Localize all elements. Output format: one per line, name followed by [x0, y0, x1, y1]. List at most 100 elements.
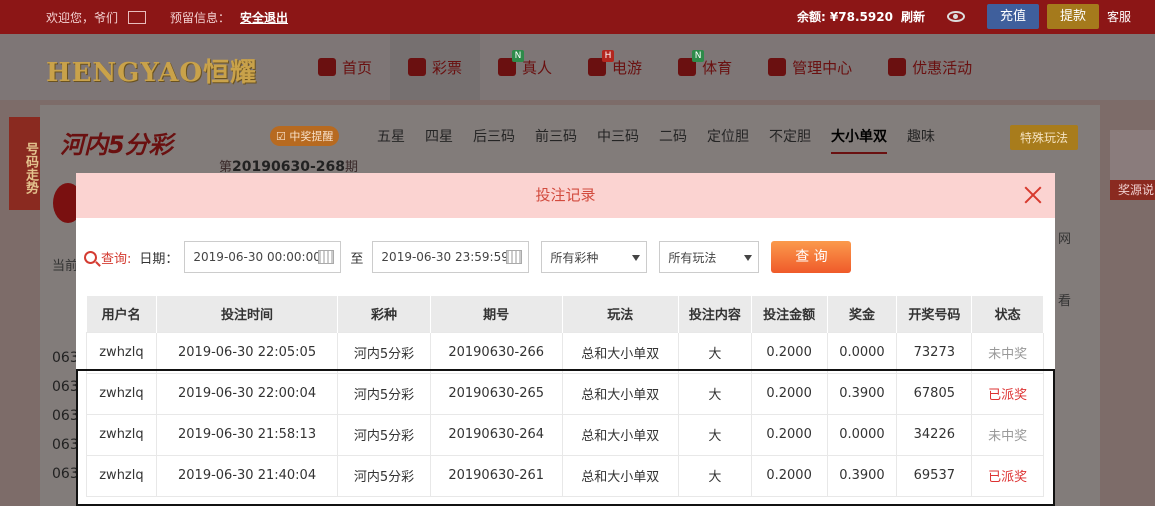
refresh-link[interactable]: 刷新 [901, 8, 925, 25]
table-row[interactable]: zwhzlq 2019-06-30 21:40:04 河内5分彩 20190630-2… [86, 454, 1044, 497]
nav-badge: N [692, 50, 705, 62]
right-ad[interactable]: 奖源说 [1110, 130, 1155, 200]
play-tab[interactable]: 四星 [425, 126, 453, 154]
lottery-select[interactable]: 所有彩种 [541, 241, 648, 273]
table-cell: zwhzlq [86, 331, 157, 374]
column-header: 状态 [971, 296, 1044, 332]
date-from-input[interactable]: 2019-06-30 00:00:00 [184, 241, 342, 273]
nav-item-1[interactable]: 彩票 [390, 34, 481, 100]
play-tab[interactable]: 趣味 [907, 126, 935, 154]
nav-label: 首页 [342, 58, 373, 77]
column-header: 期号 [430, 296, 563, 332]
table-row[interactable]: zwhzlq 2019-06-30 21:58:13 河内5分彩 20190630-2… [86, 413, 1044, 456]
nav-label: 体育 [702, 58, 733, 77]
table-cell: 总和大小单双 [561, 331, 680, 374]
win-notice-toggle[interactable]: ☑ 中奖提醒 [270, 126, 340, 146]
table-cell: 73273 [896, 331, 973, 374]
chevron-down-icon [632, 255, 641, 261]
table-cell: 河内5分彩 [337, 454, 431, 497]
table-row[interactable]: zwhzlq 2019-06-30 22:00:04 河内5分彩 20190630-2… [86, 372, 1044, 415]
calendar-icon[interactable] [318, 250, 335, 264]
table-cell: 0.2000 [750, 454, 828, 497]
date-to-input[interactable]: 2019-06-30 23:59:59 [372, 241, 530, 273]
nav-item-3[interactable]: H 电游 [570, 34, 660, 100]
notice-label: 预留信息： [170, 11, 231, 25]
trophy-icon: N [678, 50, 705, 76]
game-icon: H [588, 50, 615, 76]
table-cell: 67805 [896, 372, 973, 415]
home-icon [318, 58, 336, 76]
close-icon[interactable] [1023, 185, 1043, 205]
column-header: 投注时间 [156, 296, 339, 332]
nav-label: 优惠活动 [912, 58, 973, 77]
logout-link[interactable]: 安全退出 [240, 9, 288, 26]
nav-item-4[interactable]: N 体育 [660, 34, 750, 100]
table-cell: 2019-06-30 21:58:13 [155, 413, 339, 456]
service-link[interactable]: 客服 [1107, 8, 1131, 25]
play-tab[interactable]: 后三码 [473, 126, 515, 154]
table-cell: 2019-06-30 21:40:04 [155, 454, 339, 497]
play-tab[interactable]: 前三码 [535, 126, 577, 154]
side-number: 063 [52, 350, 79, 366]
ticket-icon [408, 58, 427, 76]
view-label: 看 [1058, 294, 1072, 309]
nav-item-0[interactable]: 首页 [300, 34, 390, 100]
table-cell: 河内5分彩 [337, 413, 431, 456]
recharge-button[interactable]: 充值 [986, 4, 1039, 29]
calendar-icon[interactable] [506, 250, 523, 264]
mail-icon[interactable] [128, 11, 147, 24]
play-tab[interactable]: 五星 [377, 126, 405, 154]
table-row[interactable]: zwhzlq 2019-06-30 22:05:05 河内5分彩 20190630-2… [86, 331, 1044, 374]
nav-label: 管理中心 [792, 58, 853, 77]
eye-icon[interactable] [946, 11, 965, 22]
query-label: 查询: [84, 248, 131, 267]
special-play-button[interactable]: 特殊玩法 [1010, 125, 1079, 150]
chevron-down-icon [744, 255, 753, 261]
table-cell: 20190630-266 [429, 331, 563, 374]
table-cell: zwhzlq [86, 372, 157, 415]
table-cell: 69537 [896, 454, 973, 497]
person-icon: N [498, 50, 525, 76]
bet-record-modal: 投注记录 查询: 日期： 2019-06-30 00:00:00 至 2019-… [76, 173, 1055, 506]
play-tab[interactable]: 不定胆 [769, 126, 811, 154]
trend-side-button[interactable]: 号码走势 [9, 117, 40, 210]
table-cell: 已派奖 [971, 454, 1044, 497]
table-cell: 0.0000 [826, 331, 898, 374]
table-cell: 总和大小单双 [561, 372, 680, 415]
modal-title: 投注记录 [535, 186, 596, 204]
table-cell: 未中奖 [971, 331, 1044, 374]
table-cell: zwhzlq [86, 413, 157, 456]
logo[interactable]: HENGYAO恒耀 [46, 52, 257, 89]
nav-label: 电游 [612, 58, 643, 77]
play-tab[interactable]: 大小单双 [831, 126, 887, 154]
nav-item-6[interactable]: 优惠活动 [870, 34, 990, 100]
search-icon [84, 250, 97, 264]
play-tab[interactable]: 定位胆 [707, 126, 749, 154]
table-cell: 0.0000 [826, 413, 898, 456]
table-cell: 20190630-265 [429, 372, 563, 415]
query-button[interactable]: 查 询 [771, 241, 852, 273]
to-label: 至 [350, 251, 364, 267]
table-cell: 0.2000 [750, 372, 828, 415]
balance-text: 余额: ¥78.5920 [796, 10, 893, 24]
column-header: 玩法 [562, 296, 680, 332]
column-header: 开奖号码 [896, 296, 973, 332]
main-nav: HENGYAO恒耀 首页 彩票 N 真人 H 电游 N 体育 管理中心 优惠活动 [0, 34, 1155, 100]
table-cell: 0.3900 [826, 372, 898, 415]
table-cell: 大 [678, 413, 752, 456]
play-tab[interactable]: 二码 [659, 126, 687, 154]
table-cell: 20190630-264 [429, 413, 563, 456]
play-tab[interactable]: 中三码 [597, 126, 639, 154]
top-bar: 欢迎您，爷们 预留信息： 安全退出 余额: ¥78.5920 刷新 充值 提款 … [0, 0, 1155, 34]
play-select[interactable]: 所有玩法 [659, 241, 760, 273]
table-cell: 20190630-261 [429, 454, 563, 497]
table-cell: 2019-06-30 22:00:04 [155, 372, 339, 415]
nav-item-2[interactable]: N 真人 [480, 34, 570, 100]
table-cell: 大 [678, 454, 752, 497]
nav-badge: N [512, 50, 525, 62]
bet-record-table: 用户名 投注时间 彩种 期号 玩法 投注内容 投注金额 奖金 开奖号码 状态 zwhzlq 2019… [86, 296, 1044, 497]
withdraw-button[interactable]: 提款 [1046, 4, 1099, 29]
nav-item-5[interactable]: 管理中心 [750, 34, 870, 100]
table-cell: 已派奖 [971, 372, 1044, 415]
table-cell: 河内5分彩 [337, 331, 431, 374]
